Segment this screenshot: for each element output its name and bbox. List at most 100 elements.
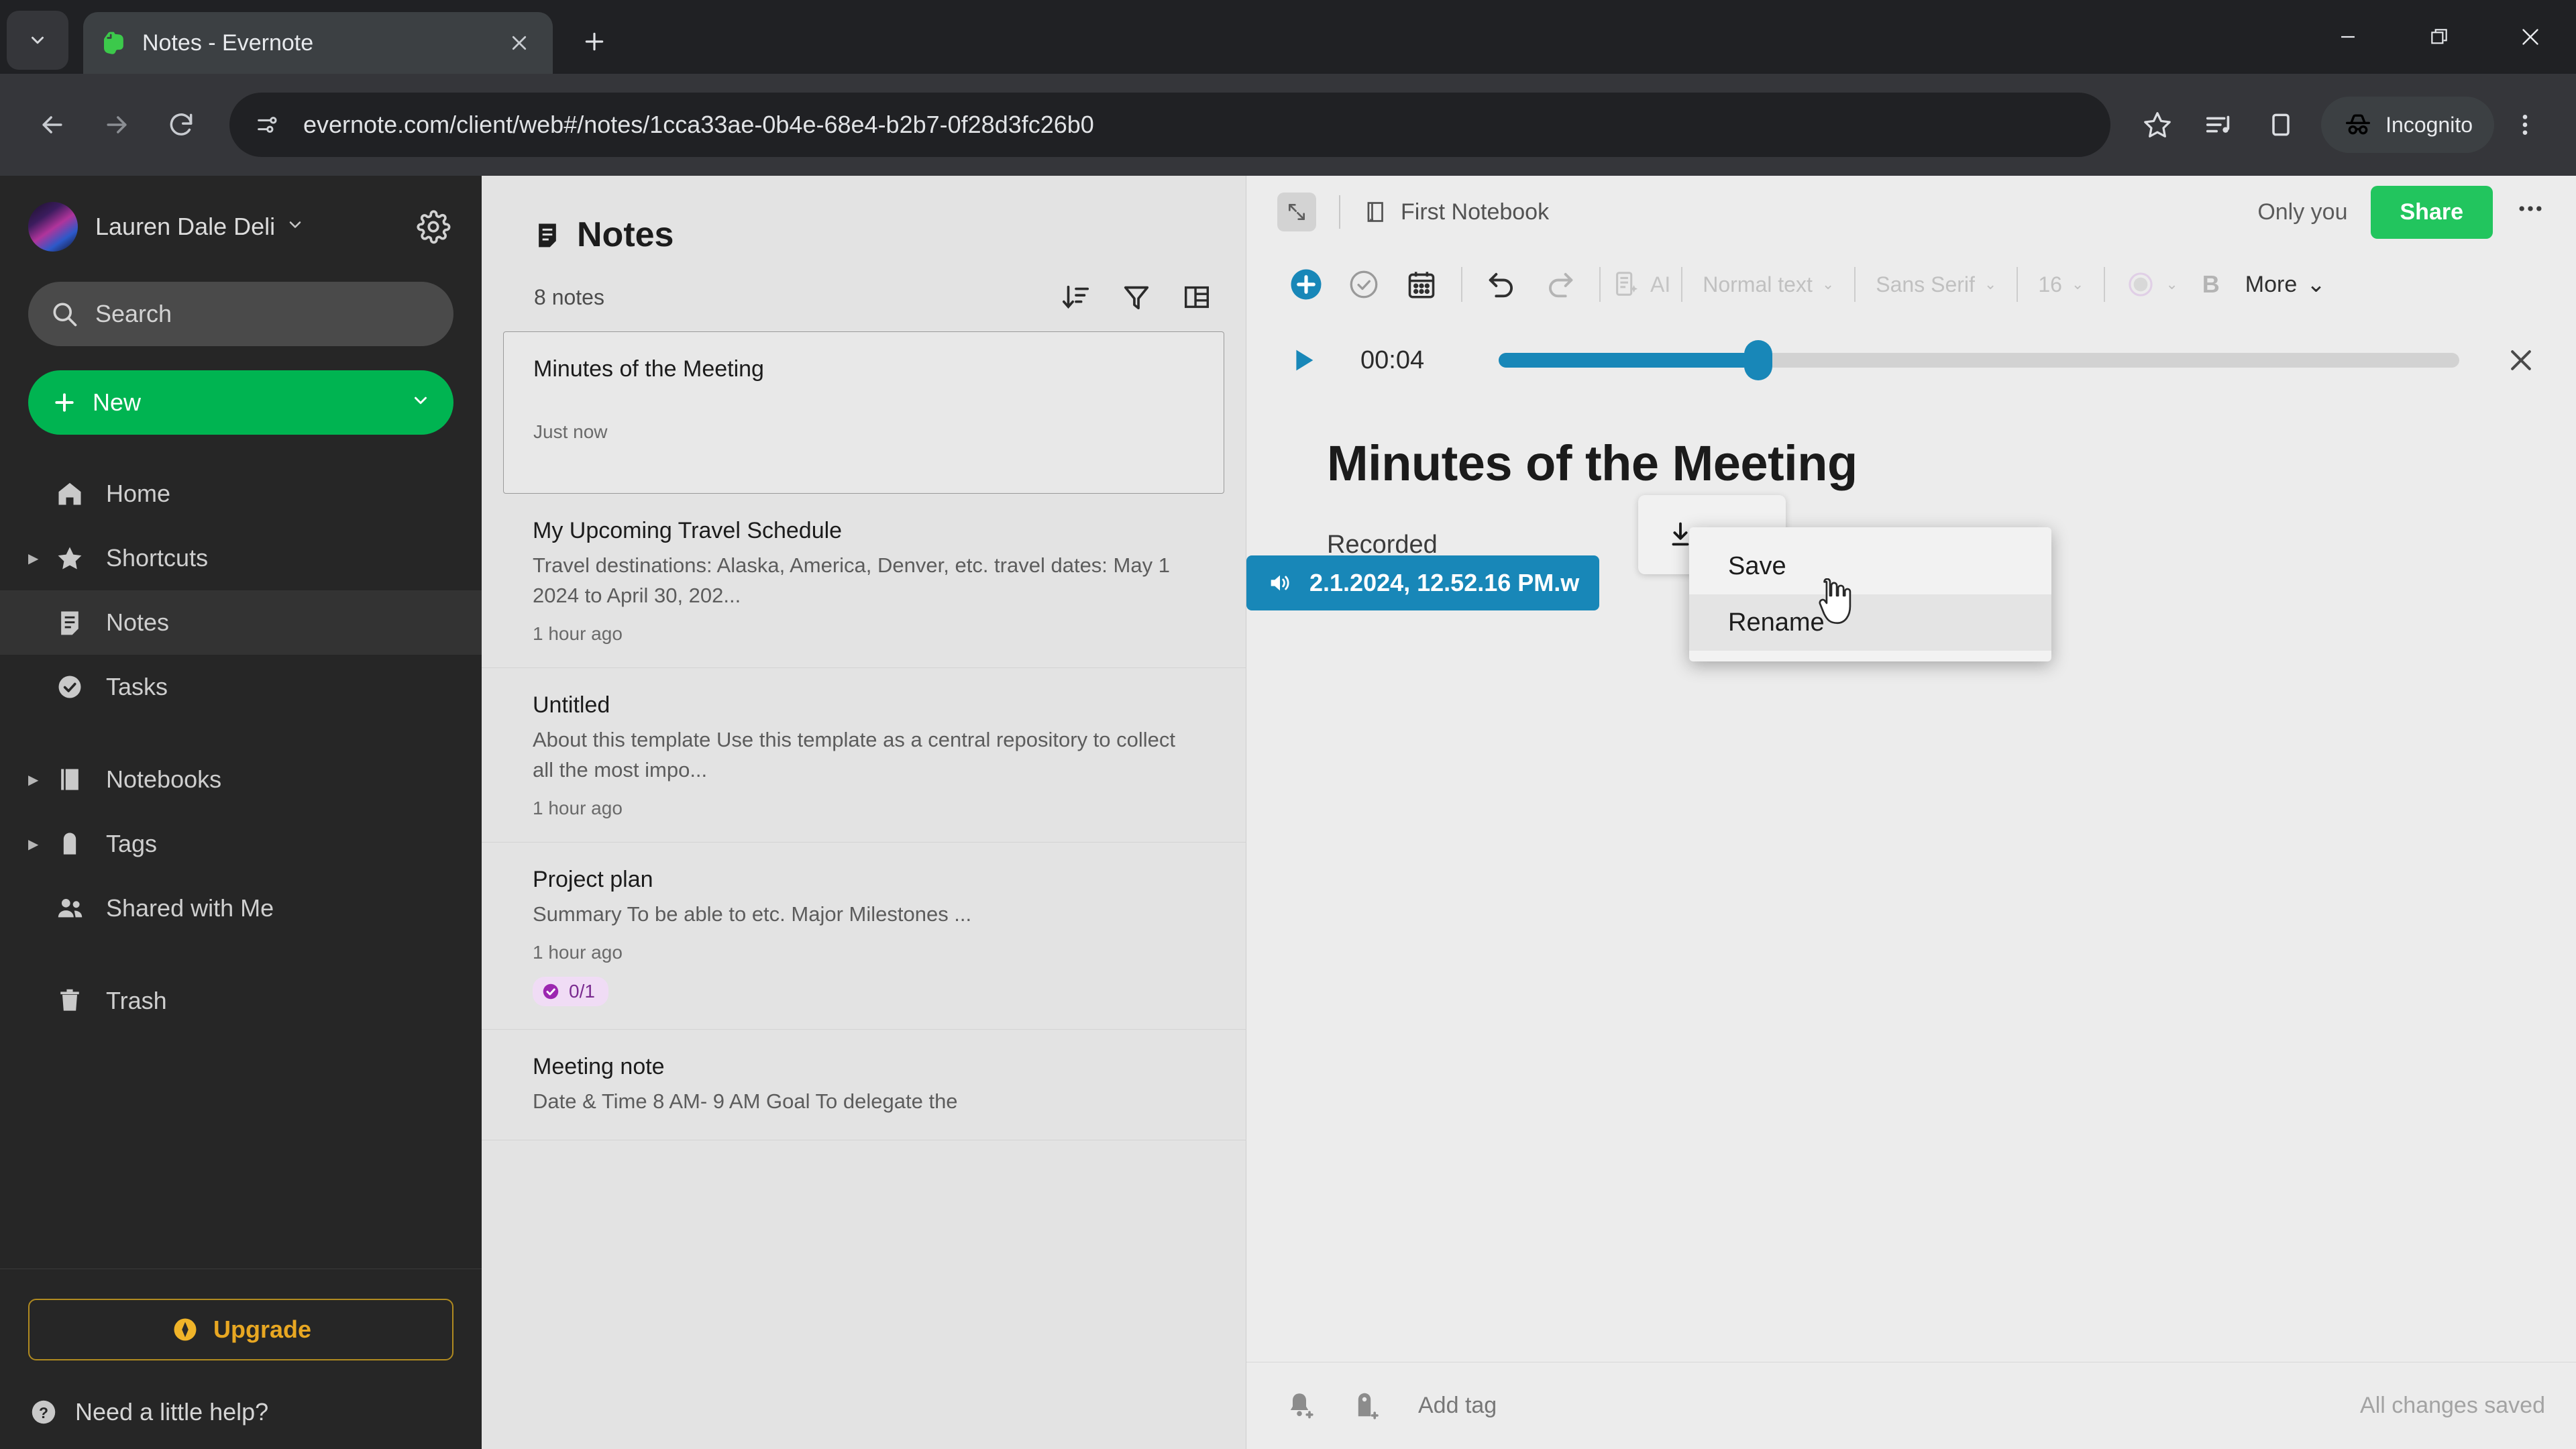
share-button[interactable]: Share [2370, 185, 2493, 239]
arrow-left-icon [42, 116, 62, 133]
context-menu-item-rename[interactable]: Rename [1689, 594, 2051, 651]
ai-sparkle-icon [1616, 272, 1638, 296]
filter-icon[interactable] [1121, 282, 1152, 313]
sidebar-item-tasks[interactable]: ▶ Tasks [0, 655, 482, 719]
audio-time: 00:04 [1360, 345, 1425, 374]
home-icon [55, 479, 91, 508]
chevron-down-icon[interactable] [411, 390, 431, 415]
site-settings-icon[interactable] [250, 107, 286, 143]
redo-button[interactable] [1531, 256, 1589, 313]
play-button[interactable] [1277, 335, 1328, 386]
note-list-panel: Notes 8 notes Minutes of the Meeting Jus… [482, 176, 1246, 1449]
tag-add-icon[interactable] [1344, 1384, 1389, 1428]
slider-knob[interactable] [1743, 340, 1772, 380]
note-list-item[interactable]: Untitled About this template Use this te… [482, 668, 1246, 843]
note-list-subheader: 8 notes [482, 255, 1246, 313]
tab-close-icon[interactable] [503, 27, 535, 59]
sidebar-item-notes[interactable]: ▶ Notes [0, 590, 482, 655]
sidebar-item-home[interactable]: ▶ Home [0, 462, 482, 526]
close-window-button[interactable] [2485, 0, 2576, 74]
tag-icon [55, 829, 91, 859]
font-size-value: 16 [2038, 272, 2062, 297]
sidebar-item-label: Notebooks [106, 765, 222, 793]
add-tag-button[interactable]: Add tag [1418, 1393, 1497, 1419]
close-audio-player-button[interactable] [2497, 336, 2545, 384]
font-size-select[interactable]: 16 ⌄ [2029, 272, 2093, 297]
sidebar-item-trash[interactable]: ▶ Trash [0, 969, 482, 1033]
editor-header-actions: Only you Share [2257, 185, 2545, 239]
paragraph-style-select[interactable]: Normal text ⌄ [1693, 272, 1843, 297]
minimize-button[interactable] [2302, 0, 2394, 74]
tab-search-button[interactable] [7, 11, 68, 70]
side-panel-button[interactable] [2250, 94, 2312, 156]
sidebar-item-shortcuts[interactable]: ▶ Shortcuts [0, 526, 482, 590]
sidebar-item-label: Tags [106, 830, 158, 857]
bold-button[interactable]: B [2188, 270, 2235, 299]
expand-arrow-icon[interactable]: ▶ [28, 550, 51, 567]
new-tab-button[interactable] [570, 17, 619, 66]
help-button[interactable]: ? Need a little help? [28, 1397, 453, 1428]
settings-gear-icon[interactable] [413, 207, 453, 247]
new-button-label: New [93, 388, 142, 416]
redo-icon [1548, 272, 1573, 298]
chrome-menu-button[interactable] [2494, 94, 2556, 156]
browser-tab[interactable]: Notes - Evernote [83, 12, 553, 74]
notebook-name: First Notebook [1401, 199, 1550, 225]
sort-icon[interactable] [1061, 282, 1091, 313]
note-heading[interactable]: Minutes of the Meeting [1327, 435, 2496, 492]
note-body[interactable]: Minutes of the Meeting Recorded 2.1.2024… [1246, 400, 2576, 1362]
note-list-item[interactable]: My Upcoming Travel Schedule Travel desti… [482, 494, 1246, 668]
forward-button[interactable] [85, 93, 149, 157]
expand-arrow-icon[interactable]: ▶ [28, 771, 51, 788]
reload-button[interactable] [149, 93, 213, 157]
expand-note-icon[interactable] [1277, 193, 1316, 231]
maximize-button[interactable] [2394, 0, 2485, 74]
insert-task-button[interactable] [1335, 256, 1393, 313]
toolbar-divider [2017, 267, 2019, 302]
search-input[interactable]: Search [28, 282, 453, 346]
note-list-item[interactable]: Project plan Summary To be able to etc. … [482, 843, 1246, 1030]
check-circle-icon [543, 983, 559, 999]
upgrade-button[interactable]: Upgrade [28, 1299, 453, 1360]
context-menu-item-save[interactable]: Save [1689, 538, 2051, 594]
notebook-selector[interactable]: First Notebook [1363, 199, 1549, 225]
url-text: evernote.com/client/web#/notes/1cca33ae-… [303, 111, 1094, 138]
sidebar-item-shared-with-me[interactable]: ▶ Shared with Me [0, 876, 482, 941]
more-format-button[interactable]: More ⌄ [2245, 271, 2326, 298]
media-list-button[interactable] [2188, 94, 2250, 156]
close-icon [2522, 29, 2538, 45]
sidebar-item-notebooks[interactable]: ▶ Notebooks [0, 747, 482, 812]
new-button[interactable]: New [28, 370, 453, 435]
bookmark-button[interactable] [2127, 94, 2188, 156]
plus-icon [1291, 269, 1322, 300]
insert-calendar-button[interactable] [1393, 256, 1450, 313]
profile-incognito-button[interactable]: Incognito [2321, 97, 2494, 153]
notes-icon [539, 223, 556, 248]
back-button[interactable] [20, 93, 85, 157]
font-family-select[interactable]: Sans Serif ⌄ [1866, 272, 2006, 297]
sidebar-item-tags[interactable]: ▶ Tags [0, 812, 482, 876]
window-controls [2302, 0, 2576, 74]
ai-label: AI [1650, 272, 1671, 297]
expand-arrow-icon[interactable]: ▶ [28, 836, 51, 853]
highlight-color-select[interactable]: ⌄ [2116, 269, 2187, 300]
note-list-actions [1061, 282, 1212, 313]
calendar-icon [1408, 272, 1435, 299]
note-list-item[interactable]: Meeting note Date & Time 8 AM- 9 AM Goal… [482, 1030, 1246, 1140]
audio-attachment-chip[interactable]: 2.1.2024, 12.52.16 PM.w [1246, 555, 1600, 610]
note-list-item-selected[interactable]: Minutes of the Meeting Just now [503, 331, 1224, 494]
address-bar[interactable]: evernote.com/client/web#/notes/1cca33ae-… [229, 93, 2111, 157]
account-switcher[interactable]: Lauren Dale Deli [0, 186, 482, 267]
audio-progress-slider[interactable] [1499, 340, 2459, 380]
insert-button[interactable] [1277, 256, 1335, 313]
note-editor: First Notebook Only you Share AI Normal … [1246, 176, 2576, 1449]
sidebar-divider [0, 941, 482, 969]
note-snippet: Date & Time 8 AM- 9 AM Goal To delegate … [533, 1089, 958, 1113]
note-more-menu-button[interactable] [2516, 194, 2545, 231]
undo-button[interactable] [1473, 256, 1531, 313]
layout-icon[interactable] [1181, 282, 1212, 313]
sidebar-nav: ▶ Home ▶ Shortcuts ▶ Notes ▶ Tas [0, 462, 482, 1033]
bell-add-icon[interactable] [1277, 1384, 1322, 1428]
ai-button[interactable]: AI [1611, 269, 1670, 300]
note-title: Meeting note [533, 1053, 665, 1079]
